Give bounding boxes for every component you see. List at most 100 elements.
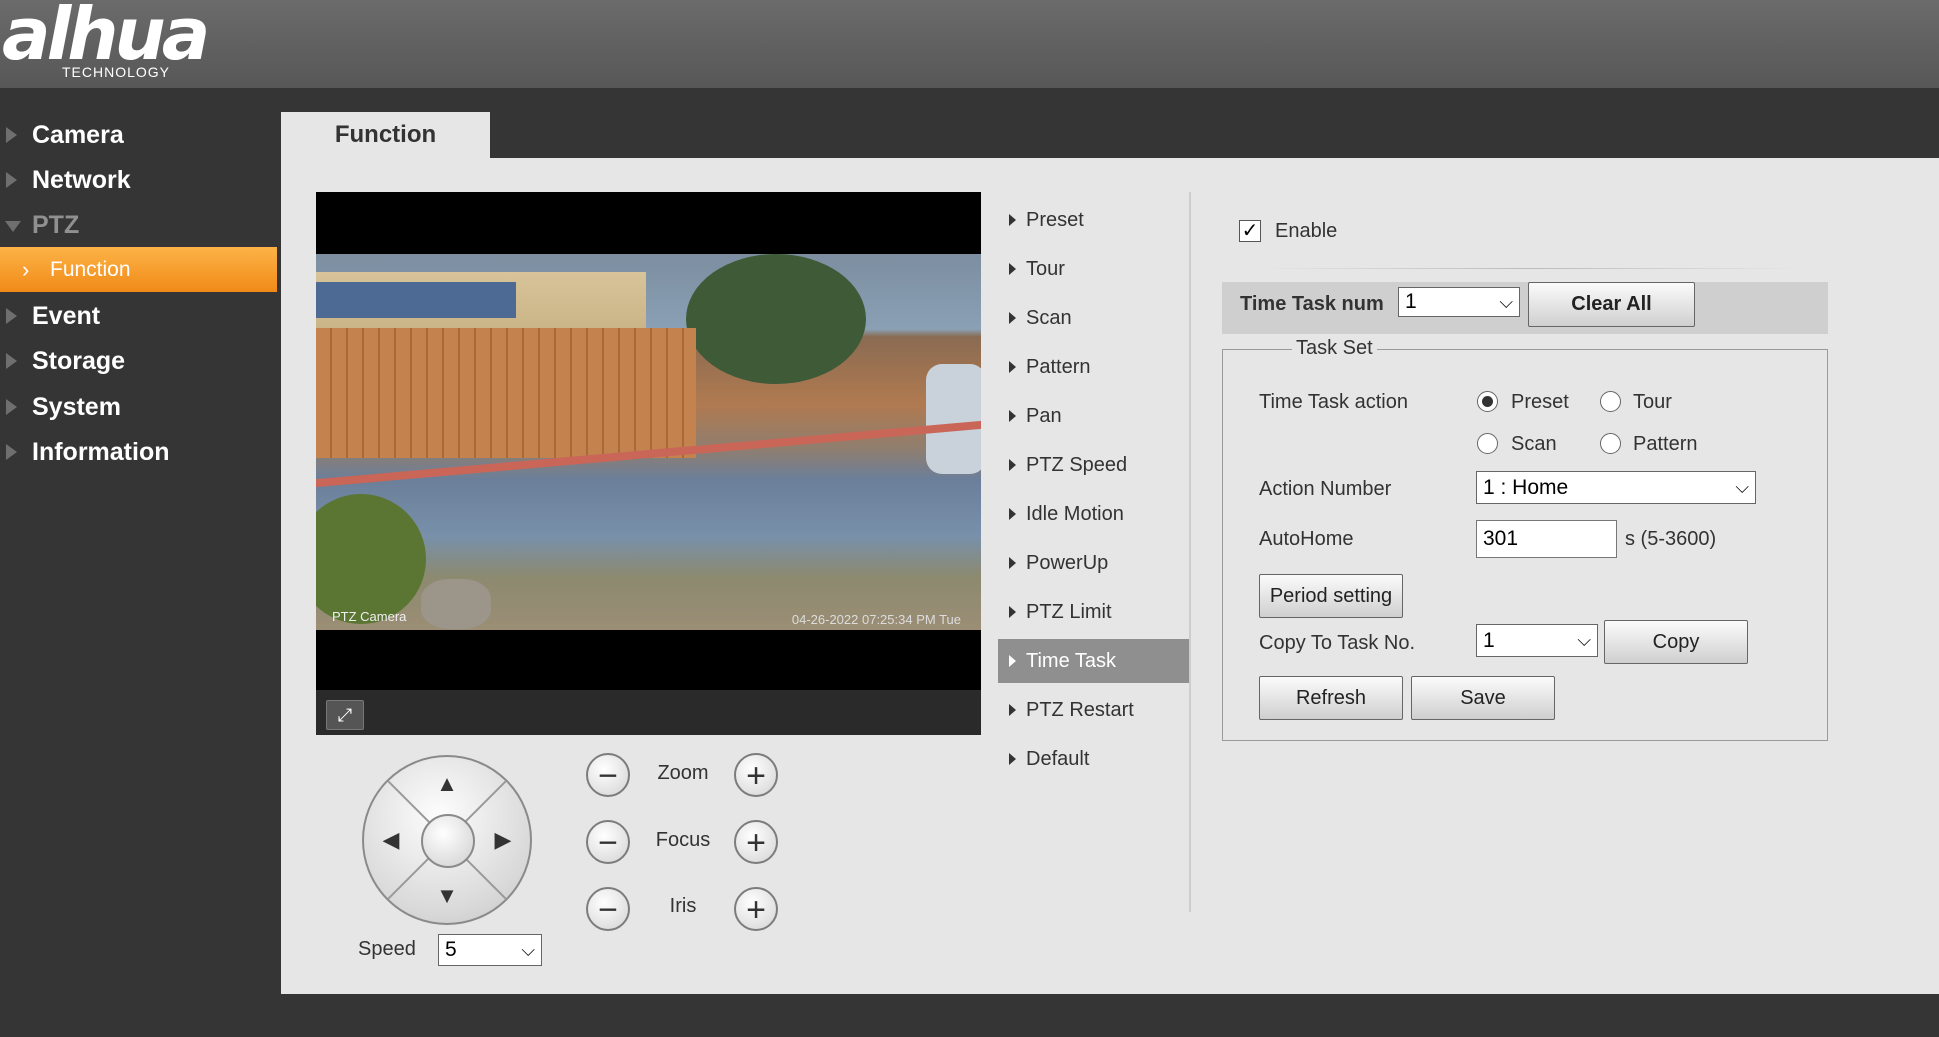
period-setting-button[interactable]: Period setting bbox=[1259, 574, 1403, 618]
refresh-button[interactable]: Refresh bbox=[1259, 676, 1403, 720]
sidebar-subitem-function[interactable]: › Function bbox=[0, 247, 277, 292]
expand-arrow-icon bbox=[6, 399, 17, 415]
copy-button[interactable]: Copy bbox=[1604, 620, 1748, 664]
camera-feed-image: PTZ Camera 04-26-2022 07:25:34 PM Tue bbox=[316, 254, 981, 630]
enable-label: Enable bbox=[1275, 220, 1338, 242]
menu-item-ptz-speed[interactable]: PTZ Speed bbox=[998, 443, 1190, 487]
focus-far-button[interactable]: + bbox=[734, 820, 778, 864]
divider bbox=[1260, 268, 1800, 269]
menu-item-preset[interactable]: Preset bbox=[998, 198, 1190, 242]
action-scan-radio[interactable] bbox=[1477, 433, 1498, 454]
focus-near-button[interactable]: − bbox=[586, 820, 630, 864]
menu-item-ptz-limit[interactable]: PTZ Limit bbox=[998, 590, 1190, 634]
menu-item-ptz-restart[interactable]: PTZ Restart bbox=[998, 688, 1190, 732]
osd-camera-name: PTZ Camera bbox=[332, 609, 407, 624]
sidebar-item-camera[interactable]: Camera bbox=[0, 113, 278, 157]
menu-item-scan[interactable]: Scan bbox=[998, 296, 1190, 340]
logo-subtitle: TECHNOLOGY bbox=[62, 64, 171, 80]
right-arrow-icon[interactable]: ▶ bbox=[488, 825, 518, 855]
caret-right-icon bbox=[1009, 263, 1016, 275]
caret-right-icon bbox=[1009, 704, 1016, 716]
caret-right-icon bbox=[1009, 214, 1016, 226]
ptz-direction-pad[interactable]: ▲ ▼ ◀ ▶ bbox=[362, 755, 532, 925]
time-task-num-select[interactable]: 1 ⌵ bbox=[1398, 287, 1520, 317]
zoom-label: Zoom bbox=[657, 762, 709, 784]
caret-right-icon bbox=[1009, 508, 1016, 520]
menu-item-label: PowerUp bbox=[1026, 552, 1109, 574]
speed-value: 5 bbox=[445, 938, 457, 961]
action-preset-radio[interactable] bbox=[1477, 391, 1498, 412]
scene-car bbox=[926, 364, 981, 474]
menu-item-label: Preset bbox=[1026, 209, 1084, 231]
autohome-input[interactable]: 301 bbox=[1476, 520, 1617, 558]
logo-text: alhua bbox=[2, 0, 210, 76]
expand-arrow-icon bbox=[6, 308, 17, 324]
caret-right-icon bbox=[1009, 361, 1016, 373]
menu-item-powerup[interactable]: PowerUp bbox=[998, 541, 1190, 585]
autohome-unit: s (5-3600) bbox=[1625, 528, 1717, 550]
zoom-in-button[interactable]: + bbox=[734, 753, 778, 797]
expand-arrow-icon bbox=[6, 353, 17, 369]
menu-item-time-task[interactable]: Time Task bbox=[998, 639, 1190, 683]
zoom-out-button[interactable]: − bbox=[586, 753, 630, 797]
sidebar-item-storage[interactable]: Storage bbox=[0, 339, 278, 383]
expand-arrow-icon bbox=[6, 172, 17, 188]
chevron-right-icon: › bbox=[22, 257, 30, 282]
sidebar-item-system[interactable]: System bbox=[0, 385, 278, 429]
expand-arrow-icon bbox=[6, 127, 17, 143]
menu-item-label: Scan bbox=[1026, 307, 1072, 329]
sidebar-item-label: Event bbox=[32, 302, 101, 330]
menu-item-label: Default bbox=[1026, 748, 1090, 770]
sidebar-item-event[interactable]: Event bbox=[0, 294, 278, 338]
sidebar-item-label: Information bbox=[32, 438, 170, 466]
sidebar-item-information[interactable]: Information bbox=[0, 430, 278, 474]
menu-item-label: Pattern bbox=[1026, 356, 1091, 378]
action-pattern-radio[interactable] bbox=[1600, 433, 1621, 454]
copy-to-task-select[interactable]: 1 ⌵ bbox=[1476, 624, 1598, 657]
iris-open-button[interactable]: + bbox=[734, 887, 778, 931]
enable-checkbox[interactable]: ✓ bbox=[1239, 220, 1261, 242]
scene-bush bbox=[316, 494, 426, 624]
up-arrow-icon[interactable]: ▲ bbox=[432, 769, 462, 799]
copy-to-task-value: 1 bbox=[1483, 629, 1495, 652]
menu-divider bbox=[1189, 192, 1191, 912]
action-scan-label: Scan bbox=[1511, 433, 1557, 455]
action-number-select[interactable]: 1 : Home ⌵ bbox=[1476, 471, 1756, 504]
left-arrow-icon[interactable]: ◀ bbox=[376, 825, 406, 855]
menu-item-pan[interactable]: Pan bbox=[998, 394, 1190, 438]
sidebar-item-label: System bbox=[32, 393, 121, 421]
menu-item-label: Tour bbox=[1026, 258, 1065, 280]
caret-right-icon bbox=[1009, 655, 1016, 667]
dpad-center-button[interactable] bbox=[421, 814, 475, 868]
chevron-down-icon: ⌵ bbox=[1577, 630, 1591, 650]
task-set-legend: Task Set bbox=[1292, 337, 1377, 360]
fullscreen-icon[interactable]: ⤢ bbox=[326, 700, 364, 730]
menu-item-tour[interactable]: Tour bbox=[998, 247, 1190, 291]
menu-item-label: Idle Motion bbox=[1026, 503, 1124, 525]
sidebar-item-ptz[interactable]: PTZ bbox=[0, 203, 278, 247]
osd-timestamp: 04-26-2022 07:25:34 PM Tue bbox=[791, 612, 961, 627]
sidebar-item-network[interactable]: Network bbox=[0, 158, 278, 202]
sidebar-item-label: PTZ bbox=[32, 211, 80, 239]
tab-function[interactable]: Function bbox=[281, 112, 490, 158]
menu-item-default[interactable]: Default bbox=[998, 737, 1190, 781]
sidebar-item-label: Camera bbox=[32, 121, 124, 149]
action-preset-label: Preset bbox=[1511, 391, 1569, 413]
iris-label: Iris bbox=[669, 895, 697, 917]
caret-right-icon bbox=[1009, 753, 1016, 765]
caret-right-icon bbox=[1009, 312, 1016, 324]
menu-item-idle-motion[interactable]: Idle Motion bbox=[998, 492, 1190, 536]
save-button[interactable]: Save bbox=[1411, 676, 1555, 720]
menu-item-pattern[interactable]: Pattern bbox=[998, 345, 1190, 389]
iris-close-button[interactable]: − bbox=[586, 887, 630, 931]
action-tour-radio[interactable] bbox=[1600, 391, 1621, 412]
clear-all-button[interactable]: Clear All bbox=[1528, 282, 1695, 327]
chevron-down-icon: ⌵ bbox=[1499, 292, 1513, 312]
speed-select[interactable]: 5 ⌵ bbox=[438, 934, 542, 966]
video-toolbar: ⤢ bbox=[316, 690, 981, 735]
focus-label: Focus bbox=[655, 829, 711, 851]
menu-item-label: PTZ Speed bbox=[1026, 454, 1128, 476]
sidebar-item-label: Storage bbox=[32, 347, 126, 375]
action-number-value: 1 : Home bbox=[1483, 476, 1569, 499]
down-arrow-icon[interactable]: ▼ bbox=[432, 881, 462, 911]
